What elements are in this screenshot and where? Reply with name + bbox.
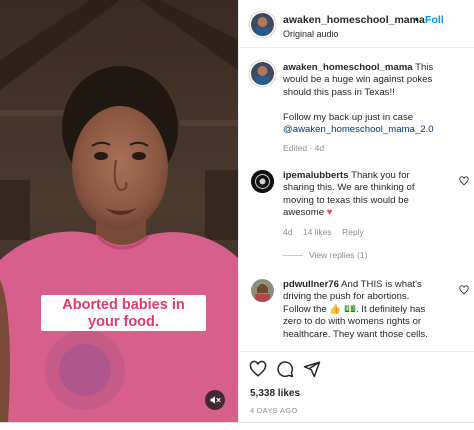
post-actions: 5,338 likes 4 DAYS AGO <box>239 351 474 422</box>
post-date: 4 DAYS AGO <box>250 406 298 415</box>
caption-text-1: This <box>415 62 434 73</box>
replies-divider <box>283 255 303 256</box>
comment-1: ipemalubberts Thank you for sharing this… <box>283 170 455 220</box>
comment-1-text-2: sharing this. We are thinking of <box>283 182 415 194</box>
original-audio-link[interactable]: Original audio <box>283 29 339 39</box>
thumbs-up-money-emoji: 👍 💵 <box>329 303 356 315</box>
comment-2-text-1: And THIS is what's <box>341 279 422 290</box>
caption-author-avatar[interactable] <box>251 62 274 85</box>
caption-mention-link[interactable]: @awaken_homeschool_mama_2.0 <box>283 124 473 136</box>
commenter-avatar[interactable] <box>251 279 274 302</box>
mute-button[interactable] <box>205 390 225 410</box>
bottom-divider <box>0 422 474 430</box>
author-avatar[interactable] <box>251 13 274 36</box>
caption-text-3: should this pass in Texas!! <box>283 86 395 98</box>
caption-text-4: Follow my back up just in case <box>283 111 414 123</box>
post-caption: awaken_homeschool_mama This would be a h… <box>283 62 473 136</box>
avatar-image <box>251 62 274 85</box>
comment-like-heart-icon[interactable] <box>459 285 469 295</box>
author-username[interactable]: awaken_homeschool_mama <box>283 14 425 26</box>
reel-video[interactable]: Aborted babies in your food. <box>0 0 238 422</box>
caption-username[interactable]: awaken_homeschool_mama <box>283 62 413 73</box>
red-heart-icon: ♥ <box>326 207 333 219</box>
comment-1-text-3: moving to texas this would be <box>283 194 409 206</box>
comment-icon[interactable] <box>276 360 294 378</box>
reply-button[interactable]: Reply <box>342 227 364 237</box>
comment-2: pdwullner76 And THIS is what's driving t… <box>283 279 473 341</box>
video-caption: Aborted babies in your food. <box>41 295 206 331</box>
comment-2-username[interactable]: pdwullner76 <box>283 279 339 290</box>
share-icon[interactable] <box>303 360 321 378</box>
caption-line-1: Aborted babies in <box>62 297 185 313</box>
comments-list[interactable]: awaken_homeschool_mama This would be a h… <box>239 49 474 350</box>
comment-1-username[interactable]: ipemalubberts <box>283 170 349 181</box>
comment-1-likes[interactable]: 14 likes <box>303 227 332 237</box>
view-replies-button[interactable]: View replies (1) <box>309 250 367 260</box>
avatar-image <box>251 170 274 193</box>
video-frame <box>0 0 238 422</box>
comment-like-heart-icon[interactable] <box>459 176 469 186</box>
header-separator: • <box>415 14 419 26</box>
comment-1-text-4: awesome <box>283 207 325 219</box>
comment-2-text-3b: . It definitely has <box>355 303 426 315</box>
post-panel: awaken_homeschool_mama • Foll Original a… <box>238 0 474 422</box>
comment-1-meta: 4d 14 likes Reply <box>283 227 364 237</box>
speaker-muted-icon <box>210 396 221 404</box>
comment-2-text-5: healthcare. They want those cells. <box>283 328 428 340</box>
caption-meta: Edited · 4d <box>283 143 325 153</box>
likes-count[interactable]: 5,338 likes <box>250 388 300 399</box>
heart-icon[interactable] <box>249 360 267 378</box>
comment-2-text-4: zero to do with womens rights or <box>283 316 422 328</box>
follow-button[interactable]: Foll <box>425 14 444 26</box>
comment-1-text-1: Thank you for <box>351 170 410 181</box>
comment-2-text-3a: Follow the <box>283 303 327 315</box>
comment-2-text-2: driving the push for abortions. <box>283 291 410 303</box>
post-header: awaken_homeschool_mama • Foll Original a… <box>239 0 474 48</box>
caption-text-2: would be a huge win against pokes <box>283 74 433 86</box>
comment-1-age: 4d <box>283 227 293 237</box>
caption-line-2: your food. <box>88 314 159 330</box>
avatar-image <box>251 13 274 36</box>
avatar-image <box>251 279 274 302</box>
commenter-avatar[interactable] <box>251 170 274 193</box>
